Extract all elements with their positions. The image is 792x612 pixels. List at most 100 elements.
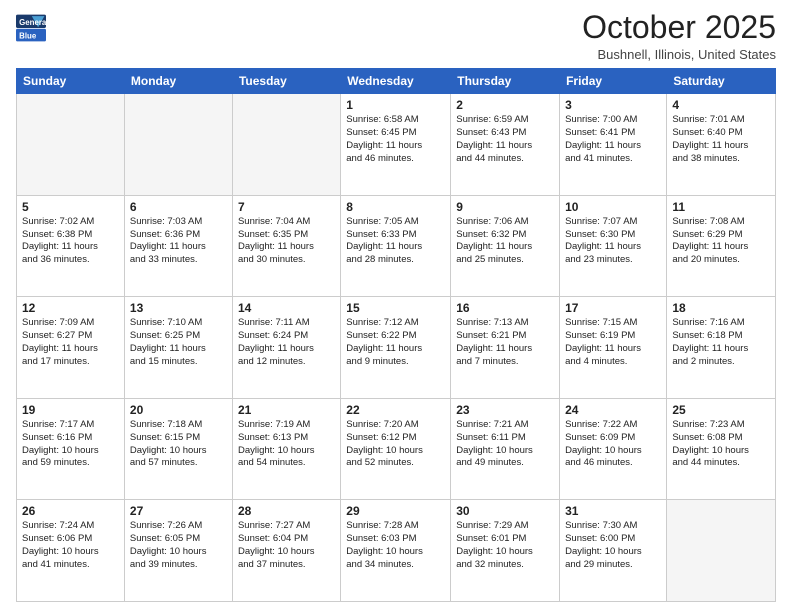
day-number: 13	[130, 301, 227, 315]
day-number: 1	[346, 98, 445, 112]
table-row: 31 Sunrise: 7:30 AMSunset: 6:00 PMDayligh…	[560, 500, 667, 602]
calendar-table: Sunday Monday Tuesday Wednesday Thursday…	[16, 68, 776, 602]
table-row: 3 Sunrise: 7:00 AMSunset: 6:41 PMDaylight…	[560, 94, 667, 196]
cell-info: Sunrise: 7:20 AMSunset: 6:12 PMDaylight:…	[346, 419, 445, 470]
table-row: 17 Sunrise: 7:15 AMSunset: 6:19 PMDayligh…	[560, 297, 667, 399]
day-number: 29	[346, 504, 445, 518]
col-saturday: Saturday	[667, 69, 776, 94]
page: General Blue October 2025 Bushnell, Illi…	[0, 0, 792, 612]
table-row: 15Sunrise: 7:12 AMSunset: 6:22 PMDayligh…	[341, 297, 451, 399]
day-number: 28	[238, 504, 335, 518]
table-row: 26Sunrise: 7:24 AMSunset: 6:06 PMDayligh…	[17, 500, 125, 602]
table-row: 30Sunrise: 7:29 AMSunset: 6:01 PMDayligh…	[451, 500, 560, 602]
cell-info: Sunrise: 6:59 AMSunset: 6:43 PMDaylight:…	[456, 114, 554, 165]
table-row: 4 Sunrise: 7:01 AMSunset: 6:40 PMDaylight…	[667, 94, 776, 196]
table-row: 13 Sunrise: 7:10 AMSunset: 6:25 PMDayligh…	[124, 297, 232, 399]
calendar-week-row: 1Sunrise: 6:58 AMSunset: 6:45 PMDaylight…	[17, 94, 776, 196]
col-monday: Monday	[124, 69, 232, 94]
cell-info: Sunrise: 7:01 AMSunset: 6:40 PMDaylight:…	[672, 114, 770, 165]
title-section: October 2025 Bushnell, Illinois, United …	[582, 10, 776, 62]
cell-info: Sunrise: 7:04 AMSunset: 6:35 PMDaylight:…	[238, 216, 335, 267]
table-row: 28 Sunrise: 7:27 AMSunset: 6:04 PMDayligh…	[232, 500, 340, 602]
day-number: 8	[346, 200, 445, 214]
cell-info: Sunrise: 7:06 AMSunset: 6:32 PMDaylight:…	[456, 216, 554, 267]
cell-info: Sunrise: 7:03 AMSunset: 6:36 PMDaylight:…	[130, 216, 227, 267]
cell-info: Sunrise: 7:07 AMSunset: 6:30 PMDaylight:…	[565, 216, 661, 267]
cell-info: Sunrise: 7:15 AMSunset: 6:19 PMDaylight:…	[565, 317, 661, 368]
cell-info: Sunrise: 7:30 AMSunset: 6:00 PMDaylight:…	[565, 520, 661, 571]
col-wednesday: Wednesday	[341, 69, 451, 94]
col-tuesday: Tuesday	[232, 69, 340, 94]
cell-info: Sunrise: 7:08 AMSunset: 6:29 PMDaylight:…	[672, 216, 770, 267]
table-row: 9 Sunrise: 7:06 AMSunset: 6:32 PMDaylight…	[451, 195, 560, 297]
cell-info: Sunrise: 7:24 AMSunset: 6:06 PMDaylight:…	[22, 520, 119, 571]
cell-info: Sunrise: 7:17 AMSunset: 6:16 PMDaylight:…	[22, 419, 119, 470]
table-row: 5Sunrise: 7:02 AMSunset: 6:38 PMDaylight…	[17, 195, 125, 297]
day-number: 5	[22, 200, 119, 214]
cell-info: Sunrise: 7:13 AMSunset: 6:21 PMDaylight:…	[456, 317, 554, 368]
table-row: 24 Sunrise: 7:22 AMSunset: 6:09 PMDayligh…	[560, 398, 667, 500]
table-row: 25 Sunrise: 7:23 AMSunset: 6:08 PMDayligh…	[667, 398, 776, 500]
table-row: 23 Sunrise: 7:21 AMSunset: 6:11 PMDayligh…	[451, 398, 560, 500]
cell-info: Sunrise: 7:23 AMSunset: 6:08 PMDaylight:…	[672, 419, 770, 470]
cell-info: Sunrise: 7:27 AMSunset: 6:04 PMDaylight:…	[238, 520, 335, 571]
calendar-week-row: 12 Sunrise: 7:09 AMSunset: 6:27 PMDayligh…	[17, 297, 776, 399]
cell-info: Sunrise: 7:29 AMSunset: 6:01 PMDaylight:…	[456, 520, 554, 571]
calendar-week-row: 19 Sunrise: 7:17 AMSunset: 6:16 PMDayligh…	[17, 398, 776, 500]
table-row: 29Sunrise: 7:28 AMSunset: 6:03 PMDayligh…	[341, 500, 451, 602]
table-row: 2 Sunrise: 6:59 AMSunset: 6:43 PMDaylight…	[451, 94, 560, 196]
day-number: 9	[456, 200, 554, 214]
table-row: 27 Sunrise: 7:26 AMSunset: 6:05 PMDayligh…	[124, 500, 232, 602]
logo: General Blue	[16, 14, 46, 42]
day-number: 25	[672, 403, 770, 417]
day-number: 4	[672, 98, 770, 112]
cell-info: Sunrise: 7:12 AMSunset: 6:22 PMDaylight:…	[346, 317, 445, 368]
cell-info: Sunrise: 7:22 AMSunset: 6:09 PMDaylight:…	[565, 419, 661, 470]
cell-info: Sunrise: 7:26 AMSunset: 6:05 PMDaylight:…	[130, 520, 227, 571]
day-number: 12	[22, 301, 119, 315]
day-number: 27	[130, 504, 227, 518]
table-row	[124, 94, 232, 196]
table-row	[232, 94, 340, 196]
cell-info: Sunrise: 7:10 AMSunset: 6:25 PMDaylight:…	[130, 317, 227, 368]
table-row	[17, 94, 125, 196]
cell-info: Sunrise: 7:09 AMSunset: 6:27 PMDaylight:…	[22, 317, 119, 368]
day-number: 20	[130, 403, 227, 417]
cell-info: Sunrise: 7:18 AMSunset: 6:15 PMDaylight:…	[130, 419, 227, 470]
table-row: 16 Sunrise: 7:13 AMSunset: 6:21 PMDayligh…	[451, 297, 560, 399]
table-row: 11Sunrise: 7:08 AMSunset: 6:29 PMDayligh…	[667, 195, 776, 297]
table-row: 14Sunrise: 7:11 AMSunset: 6:24 PMDayligh…	[232, 297, 340, 399]
cell-info: Sunrise: 7:05 AMSunset: 6:33 PMDaylight:…	[346, 216, 445, 267]
cell-info: Sunrise: 7:16 AMSunset: 6:18 PMDaylight:…	[672, 317, 770, 368]
day-number: 10	[565, 200, 661, 214]
cell-info: Sunrise: 7:00 AMSunset: 6:41 PMDaylight:…	[565, 114, 661, 165]
day-number: 3	[565, 98, 661, 112]
col-thursday: Thursday	[451, 69, 560, 94]
month-title: October 2025	[582, 10, 776, 45]
cell-info: Sunrise: 7:11 AMSunset: 6:24 PMDaylight:…	[238, 317, 335, 368]
svg-text:Blue: Blue	[19, 31, 37, 40]
day-number: 24	[565, 403, 661, 417]
day-number: 19	[22, 403, 119, 417]
table-row: 18Sunrise: 7:16 AMSunset: 6:18 PMDayligh…	[667, 297, 776, 399]
cell-info: Sunrise: 7:21 AMSunset: 6:11 PMDaylight:…	[456, 419, 554, 470]
day-number: 16	[456, 301, 554, 315]
day-number: 23	[456, 403, 554, 417]
calendar-week-row: 26Sunrise: 7:24 AMSunset: 6:06 PMDayligh…	[17, 500, 776, 602]
calendar-week-row: 5Sunrise: 7:02 AMSunset: 6:38 PMDaylight…	[17, 195, 776, 297]
table-row: 20 Sunrise: 7:18 AMSunset: 6:15 PMDayligh…	[124, 398, 232, 500]
table-row: 21 Sunrise: 7:19 AMSunset: 6:13 PMDayligh…	[232, 398, 340, 500]
table-row: 7Sunrise: 7:04 AMSunset: 6:35 PMDaylight…	[232, 195, 340, 297]
day-number: 31	[565, 504, 661, 518]
header: General Blue October 2025 Bushnell, Illi…	[16, 10, 776, 62]
day-number: 22	[346, 403, 445, 417]
day-number: 17	[565, 301, 661, 315]
table-row: 10 Sunrise: 7:07 AMSunset: 6:30 PMDayligh…	[560, 195, 667, 297]
day-number: 2	[456, 98, 554, 112]
day-number: 6	[130, 200, 227, 214]
svg-text:General: General	[19, 18, 46, 27]
table-row: 19 Sunrise: 7:17 AMSunset: 6:16 PMDayligh…	[17, 398, 125, 500]
day-number: 21	[238, 403, 335, 417]
table-row: 1Sunrise: 6:58 AMSunset: 6:45 PMDaylight…	[341, 94, 451, 196]
cell-info: Sunrise: 7:19 AMSunset: 6:13 PMDaylight:…	[238, 419, 335, 470]
